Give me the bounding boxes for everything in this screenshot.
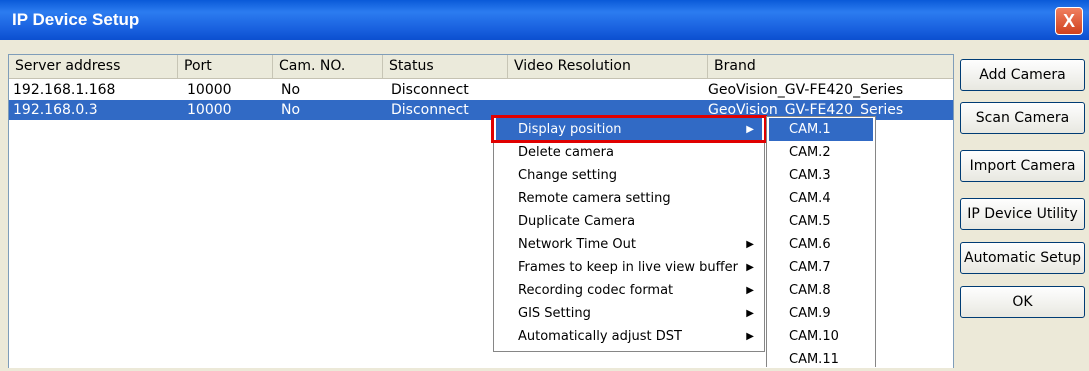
cell-server-address: 192.168.1.168 [13, 82, 116, 98]
display-position-submenu: CAM.1 CAM.2 CAM.3 CAM.4 CAM.5 CAM.6 CAM.… [766, 116, 876, 367]
menu-item-network-time-out[interactable]: Network Time Out ▶ [496, 233, 762, 256]
submenu-item-cam[interactable]: CAM.8 [769, 279, 873, 302]
cell-status: Disconnect [391, 82, 469, 98]
menu-item-automatically-adjust-dst[interactable]: Automatically adjust DST ▶ [496, 325, 762, 348]
submenu-item-cam[interactable]: CAM.9 [769, 302, 873, 325]
triangle-right-icon: ▶ [746, 331, 754, 342]
triangle-right-icon: ▶ [746, 308, 754, 319]
triangle-right-icon: ▶ [746, 239, 754, 250]
submenu-item-cam[interactable]: CAM.6 [769, 233, 873, 256]
menu-item-label: Duplicate Camera [518, 214, 636, 229]
menu-item-label: Remote camera setting [518, 191, 671, 206]
menu-item-duplicate-camera[interactable]: Duplicate Camera [496, 210, 762, 233]
context-menu: Display position ▶ Delete camera Change s… [493, 116, 765, 352]
submenu-item-cam[interactable]: CAM.10 [769, 325, 873, 348]
column-header-server-address[interactable]: Server address [9, 55, 178, 78]
column-header-video-resolution[interactable]: Video Resolution [508, 55, 708, 78]
submenu-item-cam[interactable]: CAM.2 [769, 141, 873, 164]
triangle-right-icon: ▶ [746, 262, 754, 273]
cell-cam-no: No [281, 102, 301, 118]
column-header-cam-no[interactable]: Cam. NO. [273, 55, 383, 78]
automatic-setup-button[interactable]: Automatic Setup [960, 242, 1085, 274]
list-header: Server address Port Cam. NO. Status Vide… [9, 55, 953, 79]
cell-cam-no: No [281, 82, 301, 98]
submenu-item-cam[interactable]: CAM.4 [769, 187, 873, 210]
menu-item-change-setting[interactable]: Change setting [496, 164, 762, 187]
title-bar: IP Device Setup X [0, 0, 1089, 40]
submenu-item-cam[interactable]: CAM.1 [769, 118, 873, 141]
submenu-item-cam[interactable]: CAM.11 [769, 348, 873, 371]
menu-item-label: Change setting [518, 168, 617, 183]
add-camera-button[interactable]: Add Camera [960, 59, 1085, 91]
ok-button[interactable]: OK [960, 286, 1085, 318]
scan-camera-button[interactable]: Scan Camera [960, 102, 1085, 134]
column-header-port[interactable]: Port [178, 55, 273, 78]
menu-item-label: Recording codec format [518, 283, 674, 298]
import-camera-button[interactable]: Import Camera [960, 150, 1085, 182]
window-title: IP Device Setup [12, 10, 140, 29]
menu-item-label: Delete camera [518, 145, 614, 160]
column-header-brand[interactable]: Brand [708, 55, 953, 78]
menu-item-label: GIS Setting [518, 306, 591, 321]
close-button[interactable]: X [1055, 7, 1083, 35]
triangle-right-icon: ▶ [746, 285, 754, 296]
menu-item-label: Network Time Out [518, 237, 636, 252]
cell-server-address: 192.168.0.3 [13, 102, 98, 118]
column-header-status[interactable]: Status [383, 55, 508, 78]
menu-item-label: Frames to keep in live view buffer [518, 260, 738, 275]
cell-brand: GeoVision_GV-FE420_Series [708, 82, 904, 98]
cell-video-resolution [512, 80, 711, 100]
menu-item-delete-camera[interactable]: Delete camera [496, 141, 762, 164]
submenu-item-cam[interactable]: CAM.7 [769, 256, 873, 279]
menu-item-label: Automatically adjust DST [518, 329, 682, 344]
submenu-item-cam[interactable]: CAM.5 [769, 210, 873, 233]
ip-device-setup-window: IP Device Setup X Server address Port Ca… [0, 0, 1089, 368]
cell-port: 10000 [187, 102, 232, 118]
menu-item-frames-to-keep[interactable]: Frames to keep in live view buffer ▶ [496, 256, 762, 279]
close-icon: X [1062, 11, 1075, 31]
action-buttons: Add Camera Scan Camera Import Camera IP … [960, 54, 1089, 367]
menu-item-gis-setting[interactable]: GIS Setting ▶ [496, 302, 762, 325]
ip-device-utility-button[interactable]: IP Device Utility [960, 198, 1085, 230]
cell-port: 10000 [187, 82, 232, 98]
table-row[interactable]: 192.168.1.168 10000 No Disconnect GeoVis… [9, 80, 953, 100]
highlight-annotation-box [491, 115, 767, 143]
menu-item-recording-codec-format[interactable]: Recording codec format ▶ [496, 279, 762, 302]
submenu-item-cam[interactable]: CAM.3 [769, 164, 873, 187]
menu-item-remote-camera-setting[interactable]: Remote camera setting [496, 187, 762, 210]
